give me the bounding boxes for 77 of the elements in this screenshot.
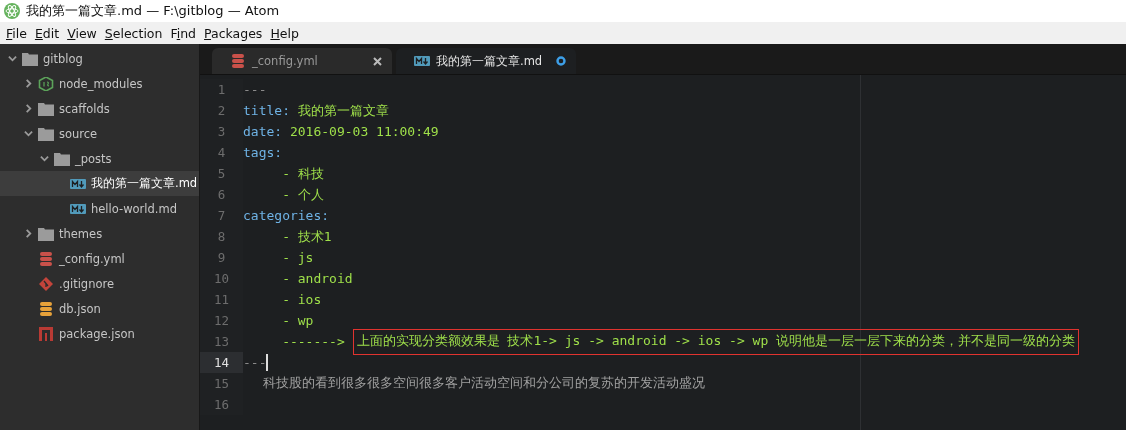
code-text: 2016-09-03 11:00:49 (289, 124, 439, 139)
code-text: - ios (281, 292, 322, 307)
menu-item[interactable]: File (2, 25, 31, 41)
tree-item-label: 我的第一篇文章.md (91, 176, 198, 191)
code-text: - 技术1 (281, 227, 332, 246)
code-text: 科技股的看到很多很多空间很多客户活动空间和分公司的复苏的开发活动盛况 (261, 375, 705, 392)
annotated-text: 上面的实现分类额效果是 技术1-> js -> android -> ios -> wp 说明他是一层一层下来的分类，并不是同一级的分类 (352, 328, 1080, 355)
tree-item-label: package.json (59, 326, 135, 341)
editor-tab[interactable]: _config.yml (212, 48, 392, 74)
markdown-icon (70, 176, 86, 191)
database-icon (230, 54, 246, 68)
diamond-icon (38, 276, 54, 291)
hexagon-icon (38, 76, 54, 91)
tree-item[interactable]: 我的第一篇文章.md (0, 171, 199, 196)
editor-tab[interactable]: 我的第一篇文章.md (396, 48, 576, 74)
database-icon (38, 301, 54, 316)
tree-item-label: _posts (75, 151, 112, 166)
chevron-icon (24, 104, 33, 113)
tree-item[interactable]: _config.yml (0, 246, 199, 271)
menu-item[interactable]: Selection (100, 25, 167, 41)
code-text: --- (243, 82, 267, 97)
code-text: 我的第一篇文章 (297, 101, 389, 120)
tree-item-label: gitblog (43, 51, 83, 66)
chevron-icon (24, 129, 33, 138)
tree-item-label: node_modules (59, 76, 143, 91)
chevron-icon (24, 229, 33, 238)
atom-logo-icon (4, 3, 20, 19)
tree-item-label: _config.yml (59, 251, 125, 266)
code-text: - wp (281, 313, 314, 328)
tree-item[interactable]: .gitignore (0, 271, 199, 296)
tree-item[interactable]: scaffolds (0, 96, 199, 121)
tree-item-label: source (59, 126, 98, 141)
markdown-icon (70, 201, 86, 216)
menu-item[interactable]: View (63, 25, 101, 41)
markdown-icon (414, 54, 430, 68)
tree-item[interactable]: gitblog (0, 46, 199, 71)
code-text: - js (281, 250, 314, 265)
close-icon[interactable] (373, 56, 382, 66)
tree-item[interactable]: hello-world.md (0, 196, 199, 221)
tree-item[interactable]: source (0, 121, 199, 146)
text-cursor (266, 354, 268, 371)
folder-icon (54, 151, 70, 166)
tree-item-label: scaffolds (59, 101, 110, 116)
window-title: 我的第一篇文章.md — F:\gitblog — Atom (26, 2, 280, 20)
folder-icon (22, 51, 38, 66)
code-text: - android (281, 271, 353, 286)
menu-item[interactable]: Packages (200, 25, 267, 41)
tree-item-label: themes (59, 226, 103, 241)
code-text: - 个人 (281, 185, 324, 204)
modified-dot-icon (556, 56, 566, 66)
line-number: 14 (200, 352, 243, 373)
chevron-icon (8, 54, 17, 63)
code-text: date: (243, 124, 284, 139)
code-text: - 科技 (281, 164, 324, 183)
tree-item[interactable]: themes (0, 221, 199, 246)
tree-item-label: hello-world.md (91, 201, 177, 216)
tree-item-label: .gitignore (59, 276, 115, 291)
chevron-icon (24, 79, 33, 88)
menu-item[interactable]: Find (166, 25, 201, 41)
menu-item[interactable]: Edit (30, 25, 64, 41)
folder-icon (38, 101, 54, 116)
tree-item[interactable]: node_modules (0, 71, 199, 96)
tree-item-label: db.json (59, 301, 101, 316)
tree-item[interactable]: package.json (0, 321, 199, 346)
code-text: tags: (243, 145, 283, 160)
database-icon (38, 251, 54, 266)
code-text: -------> (281, 334, 346, 349)
tree-item[interactable]: _posts (0, 146, 199, 171)
code-text: categories: (243, 208, 330, 223)
folder-icon (38, 226, 54, 241)
menu-item[interactable]: Help (266, 25, 303, 41)
package-icon (38, 326, 54, 341)
code-text: title: (243, 103, 291, 118)
tree-item[interactable]: db.json (0, 296, 199, 321)
code-text: --- (243, 355, 267, 370)
chevron-icon (40, 154, 49, 163)
folder-icon (38, 126, 54, 141)
